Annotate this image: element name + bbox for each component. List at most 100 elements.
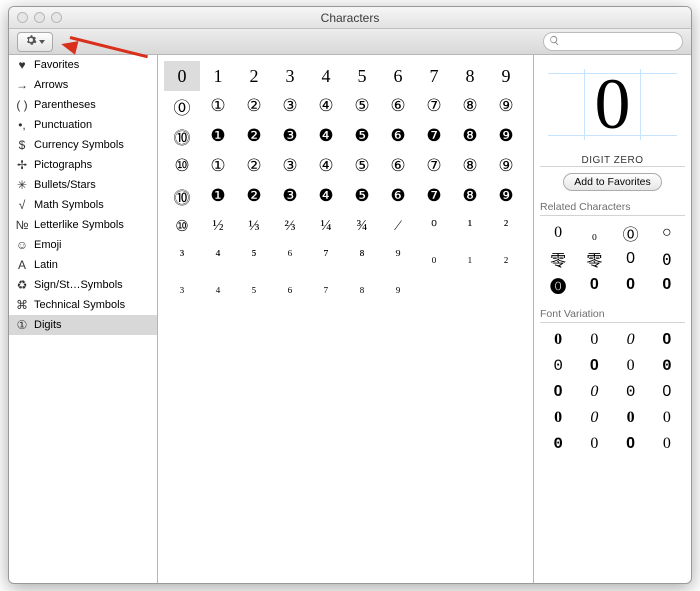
char-cell[interactable]: ₀ xyxy=(416,241,452,271)
char-cell[interactable]: ⑨ xyxy=(488,151,524,181)
sidebar-item-digits[interactable]: ①Digits xyxy=(9,315,157,335)
char-cell[interactable]: ⑩ xyxy=(164,211,200,241)
settings-menu-button[interactable] xyxy=(17,32,53,52)
char-cell[interactable]: ③ xyxy=(272,91,308,121)
font-variation[interactable]: 0 xyxy=(576,327,612,353)
sidebar-item-emoji[interactable]: ☺Emoji xyxy=(9,235,157,255)
char-cell[interactable]: ❶ xyxy=(200,121,236,151)
char-cell[interactable]: ⑩ xyxy=(164,151,200,181)
char-cell[interactable]: 7 xyxy=(416,61,452,91)
sidebar-item-sign-st-symbols[interactable]: ♻Sign/St…Symbols xyxy=(9,275,157,295)
search-field[interactable] xyxy=(543,32,683,51)
related-char[interactable]: 零 xyxy=(576,246,612,272)
char-cell[interactable]: ³ xyxy=(164,241,200,271)
char-cell[interactable]: 0 xyxy=(164,61,200,91)
char-cell[interactable]: ❾ xyxy=(488,181,524,211)
char-cell[interactable]: ¼ xyxy=(308,211,344,241)
char-cell[interactable]: ⑤ xyxy=(344,91,380,121)
char-cell[interactable]: 9 xyxy=(488,61,524,91)
related-char[interactable]: ⓪ xyxy=(613,220,649,246)
sidebar-item-bullets-stars[interactable]: ✳Bullets/Stars xyxy=(9,175,157,195)
char-cell[interactable]: 1 xyxy=(200,61,236,91)
sidebar-item-parentheses[interactable]: ( )Parentheses xyxy=(9,95,157,115)
char-cell[interactable]: ⑦ xyxy=(416,151,452,181)
font-variation[interactable]: 0 xyxy=(649,353,685,379)
char-cell[interactable]: ₈ xyxy=(344,271,380,301)
sidebar-item-pictographs[interactable]: ✢Pictographs xyxy=(9,155,157,175)
char-cell[interactable]: ❷ xyxy=(236,121,272,151)
char-cell[interactable]: ¾ xyxy=(344,211,380,241)
char-cell[interactable]: ⑧ xyxy=(452,91,488,121)
sidebar-item-favorites[interactable]: ♥Favorites xyxy=(9,55,157,75)
font-variation[interactable]: 0 xyxy=(576,405,612,431)
font-variation[interactable]: 0 xyxy=(576,379,612,405)
font-variation[interactable]: 0 xyxy=(540,431,576,457)
font-variation[interactable]: 0 xyxy=(540,405,576,431)
font-variation[interactable]: 0 xyxy=(613,327,649,353)
char-cell[interactable]: ③ xyxy=(272,151,308,181)
char-cell[interactable]: ❻ xyxy=(380,121,416,151)
char-cell[interactable]: ❷ xyxy=(236,181,272,211)
font-variation[interactable]: 0 xyxy=(576,353,612,379)
font-variation[interactable]: 0 xyxy=(649,327,685,353)
minimize-button[interactable] xyxy=(34,12,45,23)
char-cell[interactable]: ❼ xyxy=(416,121,452,151)
font-variation[interactable]: 0 xyxy=(540,379,576,405)
close-button[interactable] xyxy=(17,12,28,23)
char-cell[interactable]: ❻ xyxy=(380,181,416,211)
sidebar-item-currency-symbols[interactable]: $Currency Symbols xyxy=(9,135,157,155)
sidebar-item-math-symbols[interactable]: √Math Symbols xyxy=(9,195,157,215)
char-cell[interactable]: ⑥ xyxy=(380,151,416,181)
char-cell[interactable]: ④ xyxy=(308,91,344,121)
char-cell[interactable]: ⓾ xyxy=(164,181,200,211)
char-cell[interactable]: ₅ xyxy=(236,271,272,301)
char-cell[interactable]: ❸ xyxy=(272,181,308,211)
sidebar-item-arrows[interactable]: →Arrows xyxy=(9,75,157,95)
font-variation[interactable]: 0 xyxy=(576,431,612,457)
char-cell[interactable]: ④ xyxy=(308,151,344,181)
char-cell[interactable]: ₆ xyxy=(272,271,308,301)
char-cell[interactable]: ⓪ xyxy=(164,91,200,121)
char-cell[interactable]: ₁ xyxy=(452,241,488,271)
char-cell[interactable]: ❼ xyxy=(416,181,452,211)
font-variation[interactable]: 0 xyxy=(613,353,649,379)
char-cell[interactable]: ⅔ xyxy=(272,211,308,241)
char-cell[interactable]: ⓾ xyxy=(164,121,200,151)
related-char[interactable]: ○ xyxy=(649,220,685,246)
char-cell[interactable]: ¹ xyxy=(452,211,488,241)
char-cell[interactable]: ❾ xyxy=(488,121,524,151)
char-cell[interactable]: ⁄ xyxy=(380,211,416,241)
sidebar-item-letterlike-symbols[interactable]: №Letterlike Symbols xyxy=(9,215,157,235)
related-char[interactable]: ₀ xyxy=(576,220,612,246)
char-cell[interactable]: 8 xyxy=(452,61,488,91)
zoom-button[interactable] xyxy=(51,12,62,23)
char-cell[interactable]: ① xyxy=(200,151,236,181)
related-char[interactable]: 0 xyxy=(613,272,649,298)
char-cell[interactable]: ❶ xyxy=(200,181,236,211)
font-variation[interactable]: 0 xyxy=(613,431,649,457)
related-char[interactable]: 0 xyxy=(576,272,612,298)
related-char[interactable]: ⓿ xyxy=(540,272,576,298)
font-variation[interactable]: 0 xyxy=(649,379,685,405)
char-cell[interactable]: ⁹ xyxy=(380,241,416,271)
font-variation[interactable]: 0 xyxy=(649,431,685,457)
related-char[interactable]: 0 xyxy=(540,220,576,246)
char-cell[interactable]: ₉ xyxy=(380,271,416,301)
char-cell[interactable]: ⁷ xyxy=(308,241,344,271)
char-cell[interactable]: ② xyxy=(236,151,272,181)
char-cell[interactable]: 4 xyxy=(308,61,344,91)
char-cell[interactable]: ₇ xyxy=(308,271,344,301)
related-char[interactable]: 0 xyxy=(649,272,685,298)
sidebar-item-latin[interactable]: ALatin xyxy=(9,255,157,275)
char-cell[interactable]: ❺ xyxy=(344,121,380,151)
font-variation[interactable]: 0 xyxy=(613,379,649,405)
char-cell[interactable]: 6 xyxy=(380,61,416,91)
related-char[interactable]: 0 xyxy=(613,246,649,272)
char-cell[interactable]: ⁶ xyxy=(272,241,308,271)
char-cell[interactable]: ₄ xyxy=(200,271,236,301)
char-cell[interactable]: 2 xyxy=(236,61,272,91)
char-cell[interactable]: ⑥ xyxy=(380,91,416,121)
font-variation[interactable]: 0 xyxy=(540,353,576,379)
related-char[interactable]: 0 xyxy=(649,246,685,272)
char-cell[interactable]: ❽ xyxy=(452,181,488,211)
